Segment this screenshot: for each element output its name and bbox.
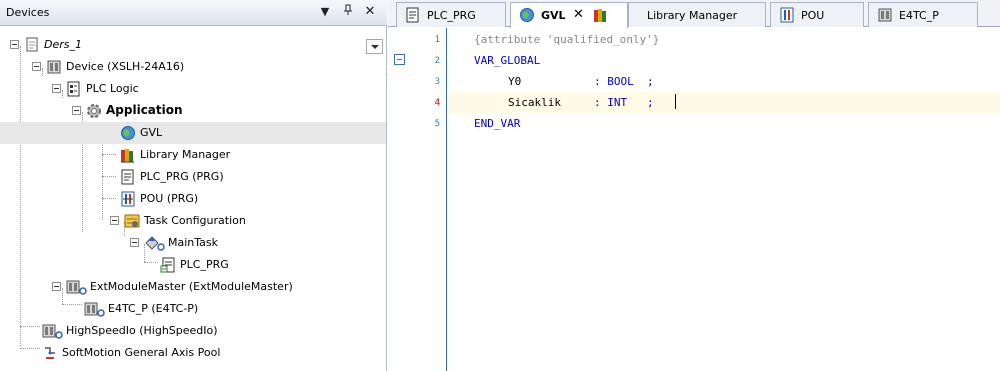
tree-item-maintask-plc-prg[interactable]: PLC_PRG — [0, 254, 386, 276]
tab-label: POU — [801, 9, 825, 22]
tab-label: Library Manager — [647, 9, 738, 22]
tree-item-softmotion-axis-pool[interactable]: SoftMotion General Axis Pool — [0, 342, 386, 364]
code-var-name: Y0 — [508, 75, 522, 88]
devices-panel: Devices ▼ ✕ Ders_1 Device (XSLH-24A16) P… — [0, 0, 387, 371]
close-icon[interactable]: ✕ — [362, 4, 378, 20]
tree-item-ders-1[interactable]: Ders_1 — [0, 34, 386, 56]
collapse-toggle[interactable] — [52, 84, 61, 93]
tab-pou[interactable]: POU — [770, 2, 864, 27]
books-icon — [120, 147, 136, 163]
module-icon — [66, 279, 88, 295]
tab-label: E4TC_P — [899, 9, 939, 22]
tree-item-extmodulemaster[interactable]: ExtModuleMaster (ExtModuleMaster) — [0, 276, 386, 298]
tree-item-label: E4TC_P (E4TC-P) — [108, 302, 199, 315]
tree-item-label: HighSpeedIo (HighSpeedIo) — [66, 324, 218, 337]
application-gear-icon — [86, 103, 102, 119]
tree-item-e4tc-p[interactable]: E4TC_P (E4TC-P) — [0, 298, 386, 320]
tab-label: PLC_PRG — [427, 9, 476, 22]
plc-logic-icon — [66, 81, 82, 97]
tab-library-manager[interactable]: Library Manager — [628, 2, 766, 27]
tree-item-maintask[interactable]: MainTask — [0, 232, 386, 254]
program-icon — [405, 7, 421, 23]
tab-gvl[interactable]: GVL ✕ — [510, 2, 628, 28]
line-number: 2 — [434, 56, 440, 66]
tree-item-label: SoftMotion General Axis Pool — [62, 346, 221, 359]
globe-icon — [120, 125, 136, 141]
program-call-icon — [160, 257, 176, 273]
collapse-toggle[interactable] — [110, 216, 119, 225]
code-var-name: Sicaklik — [508, 96, 561, 109]
tab-e4tc-p[interactable]: E4TC_P — [868, 2, 978, 27]
collapse-toggle[interactable] — [52, 282, 61, 291]
line-number: 3 — [434, 77, 440, 87]
pou-icon — [120, 191, 136, 207]
collapse-toggle[interactable] — [32, 62, 41, 71]
tree-item-label: PLC Logic — [86, 82, 139, 95]
tab-label: GVL — [541, 9, 566, 22]
line-number: 5 — [434, 119, 440, 129]
tree-item-application[interactable]: Application — [0, 100, 386, 122]
tree-item-highspeedio[interactable]: HighSpeedIo (HighSpeedIo) — [0, 320, 386, 342]
pin-icon[interactable] — [340, 4, 356, 20]
tree-item-label: PLC_PRG — [180, 258, 229, 271]
module-icon — [84, 301, 106, 317]
collapse-toggle[interactable] — [130, 238, 139, 247]
device-tree: Ders_1 Device (XSLH-24A16) PLC Logic App… — [0, 28, 386, 371]
code-editor[interactable]: 1 2 3 4 5 {attribute 'qualified_only'} V… — [388, 28, 1000, 371]
devices-panel-header: Devices ▼ ✕ — [0, 0, 387, 26]
line-number-modified: 4 — [434, 98, 440, 108]
globe-icon — [519, 7, 535, 23]
close-icon[interactable]: ✕ — [573, 7, 584, 23]
text-caret — [675, 94, 676, 109]
tree-item-device[interactable]: Device (XSLH-24A16) — [0, 56, 386, 78]
task-config-icon — [124, 213, 140, 229]
code-var-type: : BOOL ; — [594, 75, 654, 88]
tree-item-label: Library Manager — [140, 148, 231, 161]
devices-panel-title: Devices — [6, 6, 50, 19]
program-icon — [120, 169, 136, 185]
code-line-end-var: END_VAR — [474, 117, 521, 130]
tree-item-label: Device (XSLH-24A16) — [66, 60, 185, 73]
tree-item-task-configuration[interactable]: Task Configuration — [0, 210, 386, 232]
tab-plc-prg[interactable]: PLC_PRG — [396, 2, 506, 27]
editor-tab-bar: PLC_PRG GVL ✕ Library Manager POU E4TC_P — [388, 0, 1000, 28]
project-icon — [24, 37, 40, 53]
task-icon — [144, 235, 166, 251]
tree-item-gvl[interactable]: GVL — [0, 122, 386, 144]
tree-item-label: PLC_PRG (PRG) — [140, 170, 224, 183]
tree-item-pou[interactable]: POU (PRG) — [0, 188, 386, 210]
tree-item-label: Application — [106, 103, 183, 117]
books-icon — [593, 7, 609, 23]
collapse-toggle[interactable] — [10, 40, 19, 49]
editor-area: PLC_PRG GVL ✕ Library Manager POU E4TC_P… — [388, 0, 1000, 371]
project-dropdown-button[interactable] — [366, 39, 383, 54]
tree-item-plc-prg[interactable]: PLC_PRG (PRG) — [0, 166, 386, 188]
module-icon — [877, 7, 893, 23]
axis-pool-icon — [42, 345, 58, 361]
chevron-down-icon[interactable]: ▼ — [317, 4, 333, 20]
tree-item-library-manager[interactable]: Library Manager — [0, 144, 386, 166]
tree-item-label: ExtModuleMaster (ExtModuleMaster) — [90, 280, 293, 293]
tree-item-label: GVL — [140, 126, 163, 139]
collapse-toggle[interactable] — [72, 106, 81, 115]
tree-item-label: MainTask — [168, 236, 218, 249]
tree-item-plc-logic[interactable]: PLC Logic — [0, 78, 386, 100]
code-var-type: : INT ; — [594, 96, 654, 109]
code-line-attribute: {attribute 'qualified_only'} — [474, 33, 660, 46]
tree-item-label: Ders_1 — [44, 38, 82, 51]
tree-item-label: POU (PRG) — [140, 192, 199, 205]
module-icon — [42, 323, 64, 339]
pou-icon — [779, 7, 795, 23]
fold-collapse-icon[interactable] — [394, 54, 405, 65]
code-line-var-global: VAR_GLOBAL — [474, 54, 541, 67]
device-icon — [46, 59, 62, 75]
tree-item-label: Task Configuration — [144, 214, 246, 227]
editor-margin-line — [446, 28, 447, 371]
line-number: 1 — [434, 35, 440, 45]
